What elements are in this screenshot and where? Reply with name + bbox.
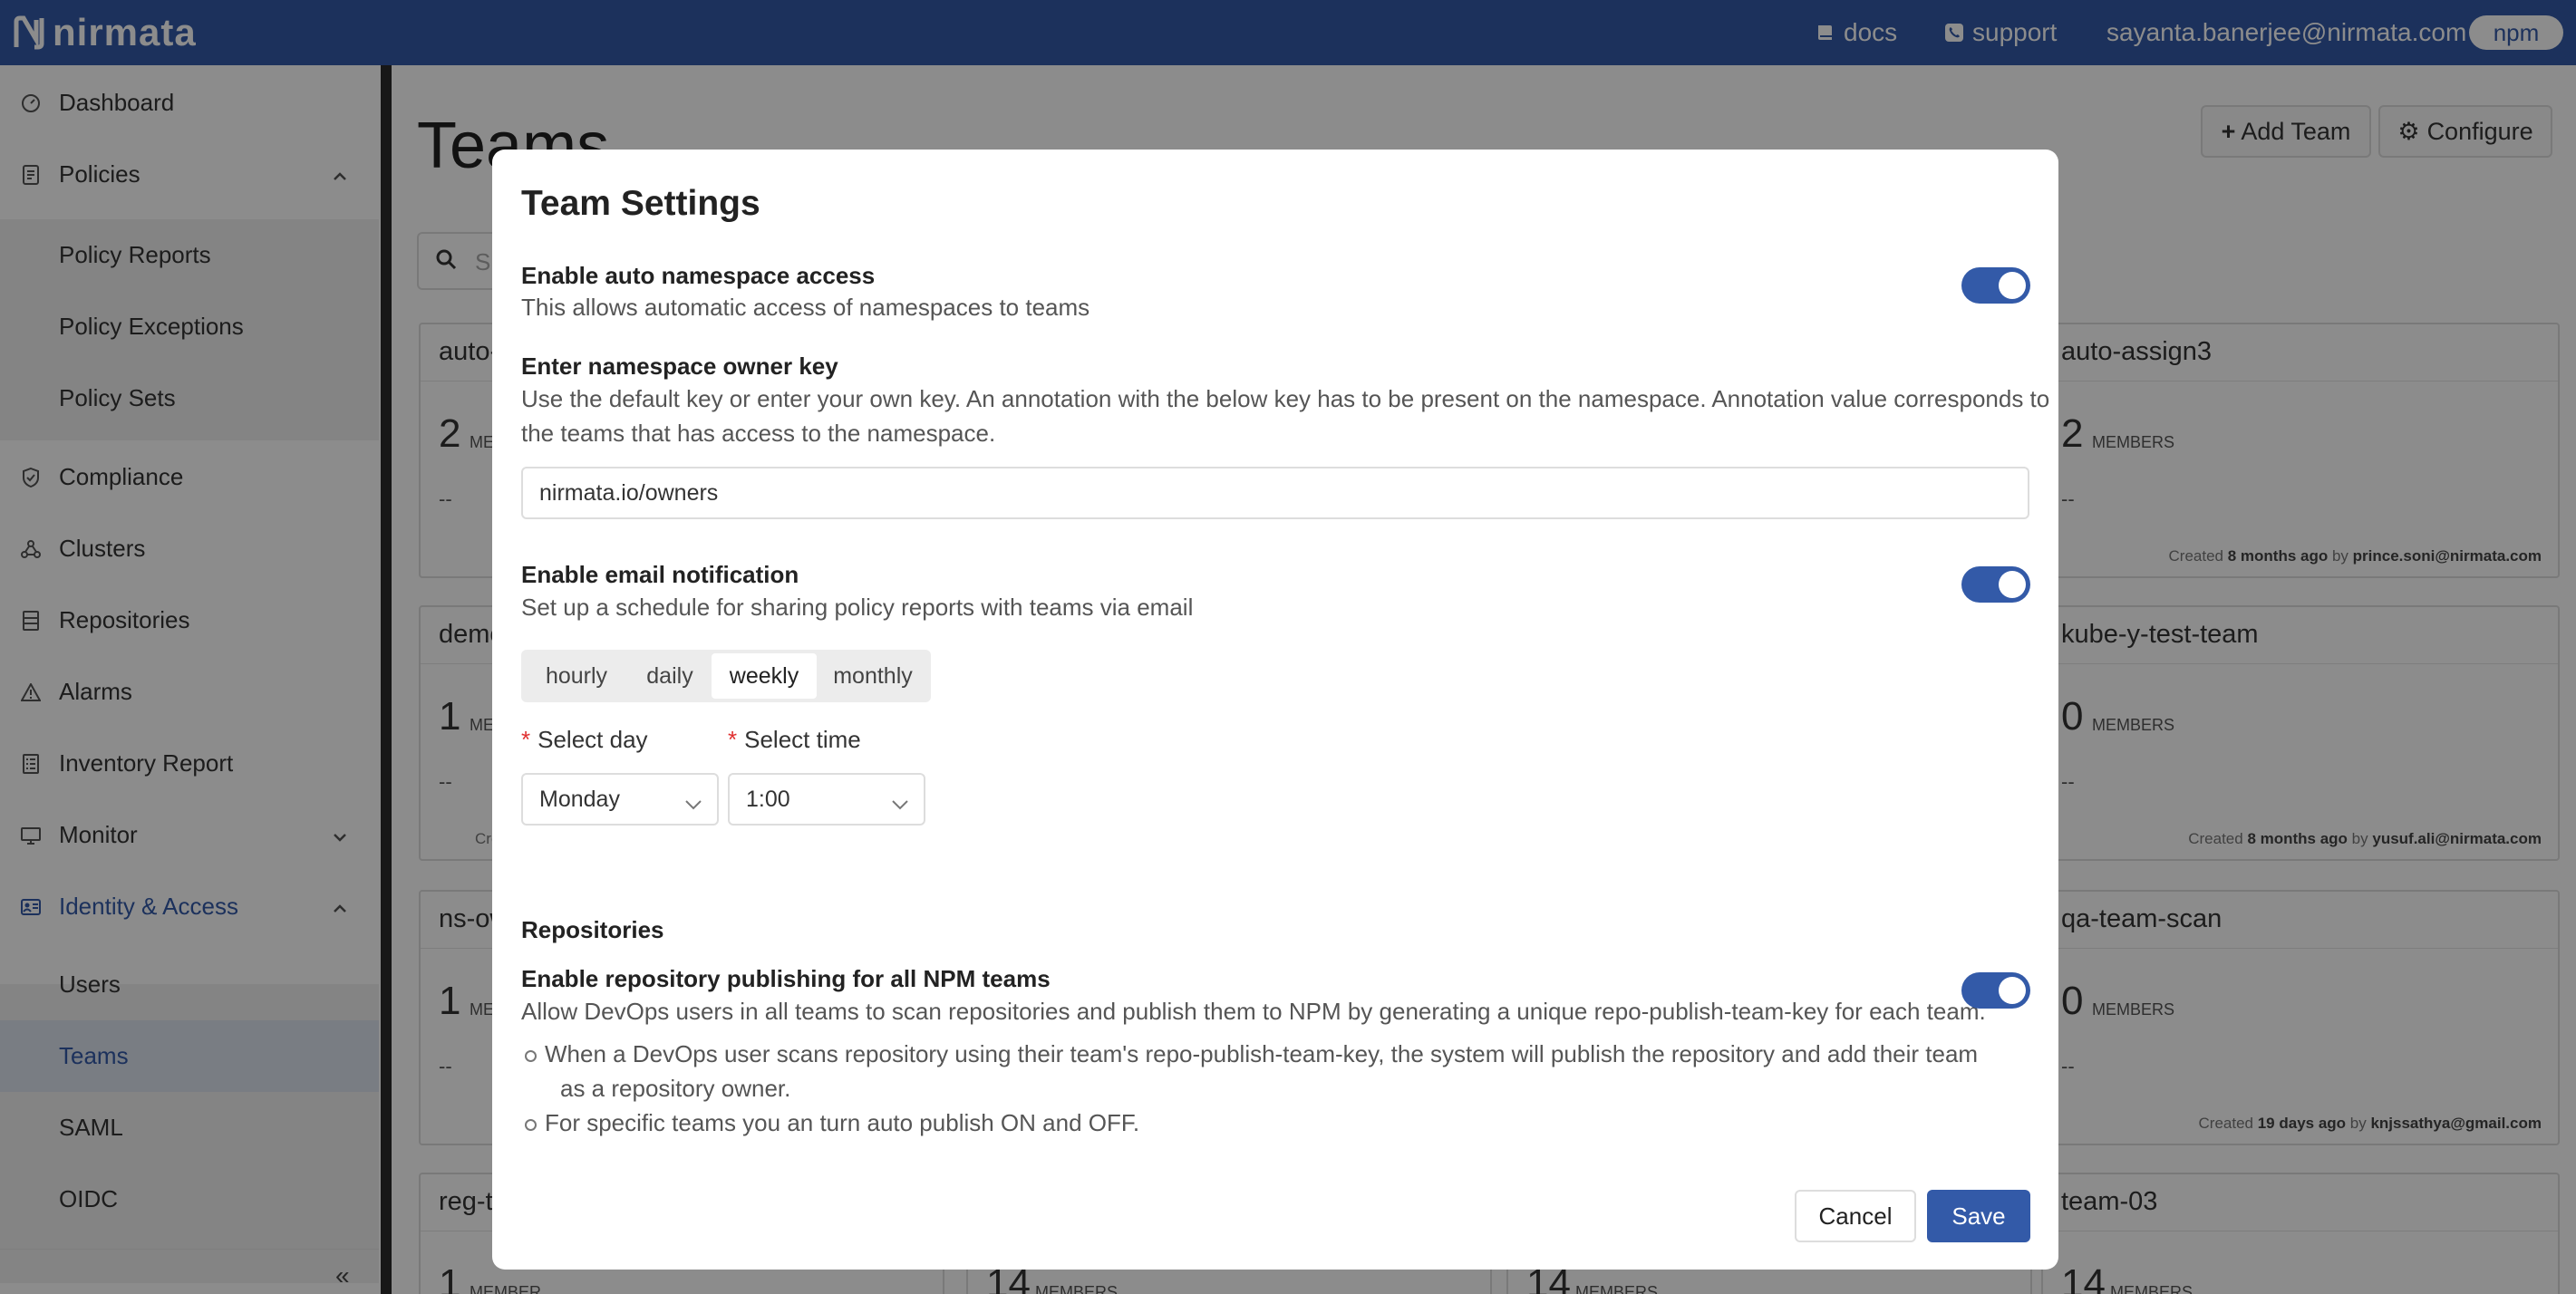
team-settings-dialog: Team Settings Enable auto namespace acce…: [492, 150, 2058, 1270]
schedule-option-daily[interactable]: daily: [628, 653, 712, 699]
owner-key-description-line1: Use the default key or enter your own ke…: [521, 385, 2050, 412]
repo-publishing-toggle[interactable]: [1961, 972, 2030, 1009]
schedule-option-monthly[interactable]: monthly: [817, 653, 929, 699]
auto-namespace-heading: Enable auto namespace access: [521, 262, 876, 289]
schedule-option-hourly[interactable]: hourly: [525, 653, 628, 699]
auto-namespace-description: This allows automatic access of namespac…: [521, 294, 1090, 321]
email-notification-description: Set up a schedule for sharing policy rep…: [521, 594, 1194, 621]
select-time-dropdown[interactable]: 1:00: [728, 773, 925, 826]
required-marker: *: [728, 726, 738, 753]
repo-publishing-note-1-cont: as a repository owner.: [560, 1075, 791, 1102]
schedule-segmented-control: hourly daily weekly monthly: [521, 650, 931, 702]
repo-publishing-heading: Enable repository publishing for all NPM…: [521, 965, 1051, 992]
select-time-value: 1:00: [746, 786, 790, 812]
repo-publishing-note-1: When a DevOps user scans repository usin…: [524, 1037, 1978, 1071]
repo-publishing-description: Allow DevOps users in all teams to scan …: [521, 998, 1986, 1025]
auto-namespace-toggle[interactable]: [1961, 267, 2030, 304]
save-button[interactable]: Save: [1927, 1190, 2030, 1242]
cancel-button[interactable]: Cancel: [1795, 1190, 1916, 1242]
dialog-title: Team Settings: [521, 184, 760, 223]
select-time-label-text: Select time: [744, 726, 861, 753]
email-notification-heading: Enable email notification: [521, 561, 799, 588]
repo-publishing-note-2: For specific teams you an turn auto publ…: [524, 1106, 1139, 1140]
chevron-down-icon: [684, 791, 702, 817]
chevron-down-icon: [891, 791, 909, 817]
owner-key-heading: Enter namespace owner key: [521, 352, 838, 380]
select-day-value: Monday: [539, 786, 620, 812]
select-day-label-text: Select day: [537, 726, 648, 753]
select-time-label: * Select time: [728, 726, 861, 754]
required-marker: *: [521, 726, 531, 753]
select-day-label: * Select day: [521, 726, 648, 754]
select-day-dropdown[interactable]: Monday: [521, 773, 719, 826]
repositories-section-heading: Repositories: [521, 916, 664, 943]
email-notification-toggle[interactable]: [1961, 566, 2030, 603]
schedule-option-weekly[interactable]: weekly: [712, 653, 817, 699]
owner-key-description-line2: the teams that has access to the namespa…: [521, 420, 996, 447]
owner-key-input[interactable]: nirmata.io/owners: [521, 467, 2029, 519]
